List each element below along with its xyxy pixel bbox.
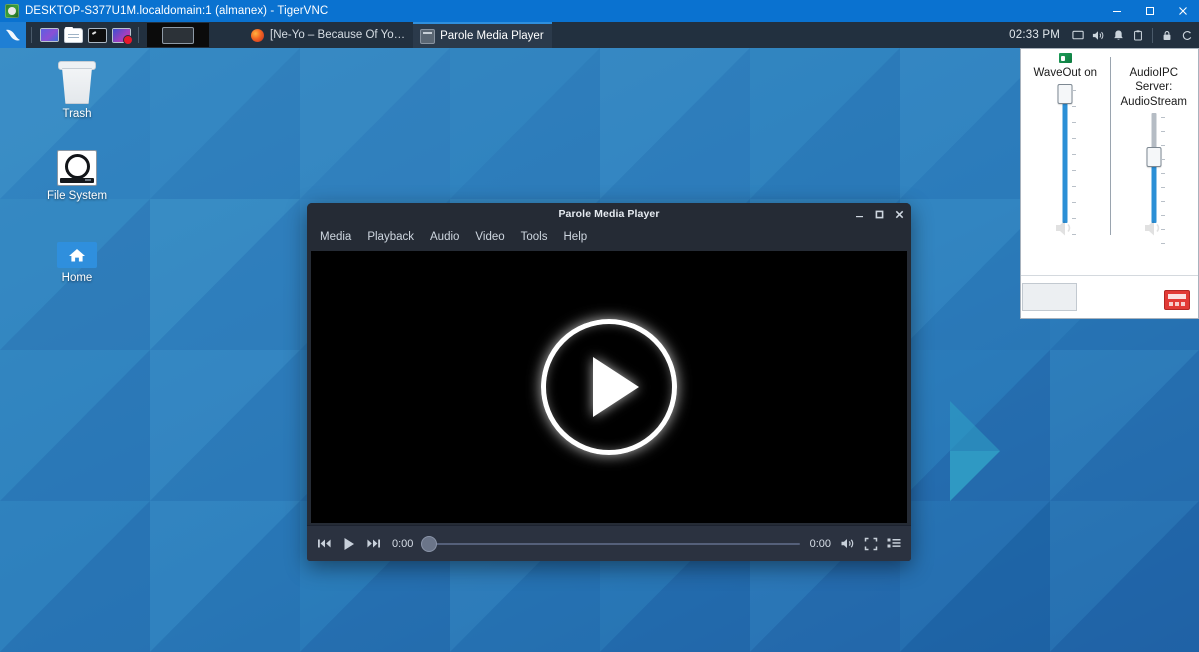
parole-titlebar: Parole Media Player xyxy=(307,203,911,225)
launcher-screen-recorder[interactable] xyxy=(111,25,132,45)
mixer-app-red-icon[interactable] xyxy=(1164,290,1190,310)
show-desktop-button[interactable] xyxy=(147,23,209,47)
parole-window[interactable]: Parole Media Player Media Playback Audio… xyxy=(307,203,911,561)
speaker-icon xyxy=(1054,218,1076,243)
slider-thumb[interactable] xyxy=(1146,147,1162,168)
vnc-minimize-button[interactable] xyxy=(1100,0,1133,22)
launcher-file-manager[interactable] xyxy=(63,25,83,45)
next-track-icon[interactable] xyxy=(366,537,381,550)
display-icon xyxy=(40,29,58,41)
parole-close-button[interactable] xyxy=(894,209,905,220)
mixer-slider-waveout[interactable] xyxy=(1052,84,1078,236)
taskbar-item-firefox[interactable]: [Ne-Yo – Because Of Yo… xyxy=(243,22,413,48)
desktop-icon-label: Home xyxy=(61,271,93,284)
vnc-maximize-button[interactable] xyxy=(1133,0,1166,22)
record-icon xyxy=(112,28,132,44)
panel-tray: 02:33 PM xyxy=(1009,22,1199,48)
desktop-icon-trash[interactable]: Trash xyxy=(31,58,123,122)
parole-menubar: Media Playback Audio Video Tools Help xyxy=(307,225,911,248)
taskbar-item-label: [Ne-Yo – Because Of Yo… xyxy=(270,29,406,41)
tray-notification-icon[interactable] xyxy=(1108,22,1128,48)
parole-minimize-button[interactable] xyxy=(854,209,865,220)
duration-time: 0:00 xyxy=(809,537,831,550)
menu-tools[interactable]: Tools xyxy=(521,231,548,243)
xfce-mouse-icon[interactable] xyxy=(0,22,26,48)
screen-root: DESKTOP-S377U1M.localdomain:1 (almanex) … xyxy=(0,0,1199,652)
slider-ticks xyxy=(1160,113,1165,245)
tigervnc-icon xyxy=(5,4,19,18)
taskbar-window-list: [Ne-Yo – Because Of Yo… Parole Media Pla… xyxy=(243,22,552,48)
tray-volume-icon[interactable] xyxy=(1088,22,1108,48)
mixer-footer xyxy=(1021,275,1198,318)
slider-ticks xyxy=(1072,86,1077,236)
vnc-close-button[interactable] xyxy=(1166,0,1199,22)
play-triangle-icon xyxy=(593,357,639,417)
parole-window-title: Parole Media Player xyxy=(558,208,660,220)
volume-icon[interactable] xyxy=(840,537,855,550)
mixer-device-box[interactable] xyxy=(1022,283,1077,311)
tray-lock-icon[interactable] xyxy=(1157,22,1177,48)
desktop-icon-label: Trash xyxy=(62,108,92,120)
seek-handle[interactable] xyxy=(421,535,438,552)
firefox-icon xyxy=(251,28,264,42)
drive-icon xyxy=(57,140,97,186)
elapsed-time: 0:00 xyxy=(392,537,414,550)
parole-maximize-button[interactable] xyxy=(874,209,885,220)
parole-control-bar: 0:00 0:00 xyxy=(307,525,911,561)
desktop-icons: Trash File System Home xyxy=(22,58,132,303)
tray-user-icon[interactable] xyxy=(1177,22,1197,48)
taskbar-item-label: Parole Media Player xyxy=(440,30,544,42)
taskbar-item-parole[interactable]: Parole Media Player xyxy=(413,22,552,48)
desktop-icon-label: File System xyxy=(46,189,108,202)
previous-track-icon[interactable] xyxy=(317,537,332,550)
play-button[interactable] xyxy=(341,536,357,552)
mixer-channel-label: WaveOut on xyxy=(1033,67,1098,79)
parole-video-area[interactable] xyxy=(311,251,907,523)
launcher-terminal[interactable] xyxy=(87,25,107,45)
menu-video[interactable]: Video xyxy=(475,231,504,243)
show-desktop-icon xyxy=(162,26,194,44)
fullscreen-icon[interactable] xyxy=(864,537,878,551)
xfce-panel: [Ne-Yo – Because Of Yo… Parole Media Pla… xyxy=(0,22,1199,49)
menu-media[interactable]: Media xyxy=(320,231,351,243)
slider-fill xyxy=(1062,92,1068,223)
play-circle-icon[interactable] xyxy=(541,319,677,455)
folder-icon xyxy=(64,26,82,42)
vnc-window-title: DESKTOP-S377U1M.localdomain:1 (almanex) … xyxy=(25,5,329,17)
desktop-icon-file-system[interactable]: File System xyxy=(31,140,123,204)
panel-clock[interactable]: 02:33 PM xyxy=(1009,29,1060,41)
app-green-icon xyxy=(1058,53,1072,63)
menu-audio[interactable]: Audio xyxy=(430,231,459,243)
mixer-channel-label: AudioIPC Server: AudioStream xyxy=(1120,67,1187,108)
terminal-icon xyxy=(88,28,106,42)
menu-help[interactable]: Help xyxy=(564,231,588,243)
volume-mixer-panel[interactable]: WaveOut on AudioIPC Server: AudioStream xyxy=(1020,48,1199,319)
menu-playback[interactable]: Playback xyxy=(367,231,414,243)
tray-separator xyxy=(1152,27,1153,43)
slider-thumb[interactable] xyxy=(1057,84,1073,105)
panel-separator-2 xyxy=(138,27,139,43)
mixer-channel-waveout[interactable]: WaveOut on xyxy=(1021,49,1110,245)
mixer-channels: WaveOut on AudioIPC Server: AudioStream xyxy=(1021,49,1198,245)
playlist-icon[interactable] xyxy=(887,537,901,550)
tray-display-icon[interactable] xyxy=(1068,22,1088,48)
vnc-window-buttons xyxy=(1100,0,1199,22)
launcher-display-settings[interactable] xyxy=(39,25,59,45)
desktop-icon-home[interactable]: Home xyxy=(31,222,123,286)
mixer-channel-audioipc[interactable]: AudioIPC Server: AudioStream xyxy=(1110,49,1199,245)
window-icon xyxy=(421,29,435,43)
home-icon xyxy=(57,222,97,268)
trash-icon xyxy=(58,58,96,104)
panel-launchers xyxy=(0,22,209,48)
vnc-titlebar: DESKTOP-S377U1M.localdomain:1 (almanex) … xyxy=(0,0,1199,22)
seek-slider[interactable] xyxy=(421,535,800,552)
parole-window-buttons xyxy=(854,203,905,225)
mixer-slider-audioipc[interactable] xyxy=(1141,113,1167,245)
speaker-icon xyxy=(1143,218,1165,243)
tray-clipboard-icon[interactable] xyxy=(1128,22,1148,48)
seek-track xyxy=(435,542,800,545)
panel-separator-1 xyxy=(31,27,32,43)
